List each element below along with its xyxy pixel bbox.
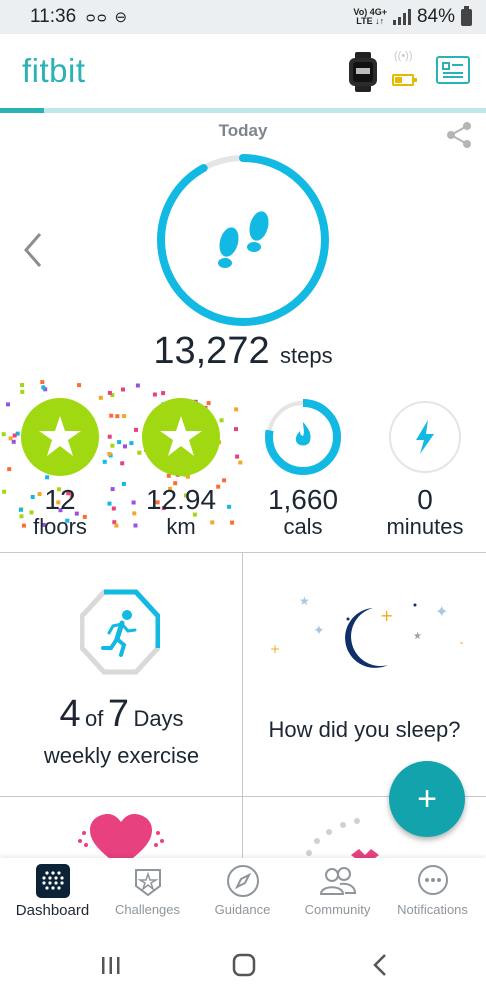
- status-bar: 11:36 ᴑᴑ ⊖ Vo) 4G+ LTE ↓↑ 84%: [0, 0, 486, 34]
- network-line-2: LTE ↓↑: [356, 16, 385, 26]
- fitbit-logo: fitbit: [22, 52, 86, 89]
- exercise-days-done: 4: [59, 693, 81, 735]
- confetti-piece: [77, 383, 82, 388]
- battery-icon: [461, 5, 472, 26]
- dashboard-icon: [35, 864, 70, 898]
- stat-unit: minutes: [386, 514, 464, 539]
- exercise-count: 4 of 7 Days: [0, 693, 242, 736]
- sync-progress-track: [0, 108, 486, 113]
- exercise-label: weekly exercise: [43, 743, 200, 768]
- stat-calories[interactable]: 1,660 cals: [243, 398, 363, 548]
- steps-unit: steps: [280, 343, 333, 368]
- confetti-piece: [107, 390, 112, 395]
- nav-challenges[interactable]: Challenges: [99, 864, 196, 926]
- add-fab-button[interactable]: +: [389, 761, 465, 837]
- recents-icon[interactable]: [96, 950, 126, 980]
- community-icon: [319, 867, 356, 895]
- confetti-piece: [121, 387, 125, 392]
- runner-icon: [101, 610, 137, 657]
- back-icon[interactable]: [366, 950, 396, 980]
- svg-text:+: +: [380, 606, 393, 625]
- challenges-icon: [134, 869, 161, 897]
- svg-text:★: ★: [413, 631, 422, 642]
- stat-value: 12.94: [145, 484, 217, 515]
- stat-unit: cals: [283, 514, 323, 539]
- watch-icon[interactable]: [346, 52, 380, 92]
- svg-text:+: +: [270, 642, 280, 656]
- voicemail-dnd-icons: ᴑᴑ ⊖: [86, 9, 130, 26]
- stat-active-minutes[interactable]: 0 minutes: [365, 398, 485, 548]
- steps-readout: 13,272 steps: [0, 330, 486, 373]
- previous-day-chevron-icon[interactable]: [20, 230, 46, 270]
- home-icon[interactable]: [229, 950, 259, 980]
- guidance-icon: [226, 865, 259, 897]
- exercise-tile[interactable]: 4 of 7 Days weekly exercise: [0, 553, 243, 797]
- stat-floors[interactable]: 12 floors: [0, 398, 120, 548]
- sleep-tile[interactable]: + ✦ ★ ✦ + ★ + How did you sleep?: [243, 553, 486, 797]
- card-lines-icon: [442, 62, 463, 78]
- day-label: Today: [218, 121, 268, 140]
- steps-value: 13,272: [153, 330, 270, 372]
- svg-text:+: +: [459, 636, 463, 650]
- app-header: fitbit ((•)): [0, 34, 486, 112]
- network-indicator: Vo) 4G+ LTE ↓↑: [353, 8, 387, 26]
- confetti-piece: [20, 383, 24, 387]
- nav-label: Challenges: [114, 902, 181, 917]
- nav-label: Guidance: [214, 902, 271, 917]
- nav-community[interactable]: Community: [289, 864, 386, 926]
- system-nav-bar: [0, 928, 486, 999]
- nav-label: Notifications: [397, 902, 468, 917]
- stat-distance[interactable]: 12.94 km: [121, 398, 241, 548]
- profile-card-icon[interactable]: [436, 56, 470, 84]
- stat-value: 0: [417, 484, 433, 515]
- svg-text:✦: ✦: [313, 623, 325, 639]
- exercise-days-target: 7: [107, 693, 129, 735]
- confetti-piece: [20, 389, 25, 394]
- exercise-badge-icon: [80, 589, 160, 675]
- stat-unit: floors: [33, 514, 87, 539]
- goal-star-icon: [142, 398, 220, 476]
- status-right: Vo) 4G+ LTE ↓↑ 84%: [353, 5, 472, 28]
- heart-rate-tile[interactable]: [0, 797, 243, 867]
- nav-label: Community: [304, 902, 371, 917]
- nav-label: Dashboard: [15, 902, 90, 919]
- flame-icon: [295, 422, 311, 446]
- goal-star-icon: [21, 398, 99, 476]
- stat-value: 1,660: [267, 484, 339, 515]
- exercise-of: of: [85, 706, 104, 731]
- sleep-question: How did you sleep?: [268, 717, 461, 742]
- exercise-days-word: Days: [133, 706, 184, 731]
- confetti-piece: [161, 391, 166, 396]
- signal-icon: [392, 9, 411, 25]
- sync-progress-fill: [0, 108, 44, 113]
- active-minutes-ring: [389, 401, 461, 473]
- svg-text:★: ★: [299, 594, 310, 608]
- moon-stars-icon: + ✦ ★ ✦ + ★ +: [270, 594, 463, 668]
- notifications-icon: [417, 865, 448, 895]
- confetti-piece: [41, 385, 46, 390]
- heart-icon: [78, 814, 164, 867]
- battery-low-icon: [392, 74, 417, 86]
- confetti-piece: [152, 392, 157, 397]
- battery-percent: 84%: [416, 6, 455, 27]
- nav-dashboard[interactable]: Dashboard: [4, 864, 101, 926]
- clock: 11:36: [30, 6, 77, 27]
- svg-text:✦: ✦: [435, 602, 448, 621]
- bottom-nav: Dashboard Challenges Guidance Community …: [0, 858, 486, 928]
- calories-ring: [265, 399, 341, 475]
- lightning-icon: [416, 420, 434, 454]
- share-icon[interactable]: [444, 120, 474, 150]
- confetti-piece: [135, 383, 140, 388]
- footsteps-icon: [218, 211, 269, 268]
- stat-unit: km: [166, 514, 196, 539]
- stat-value: 12: [44, 484, 76, 515]
- nav-guidance[interactable]: Guidance: [194, 864, 291, 926]
- steps-ring[interactable]: [153, 150, 333, 330]
- wifi-signal-icon: ((•)): [394, 50, 413, 62]
- confetti-piece: [40, 380, 45, 385]
- nav-notifications[interactable]: Notifications: [384, 864, 481, 926]
